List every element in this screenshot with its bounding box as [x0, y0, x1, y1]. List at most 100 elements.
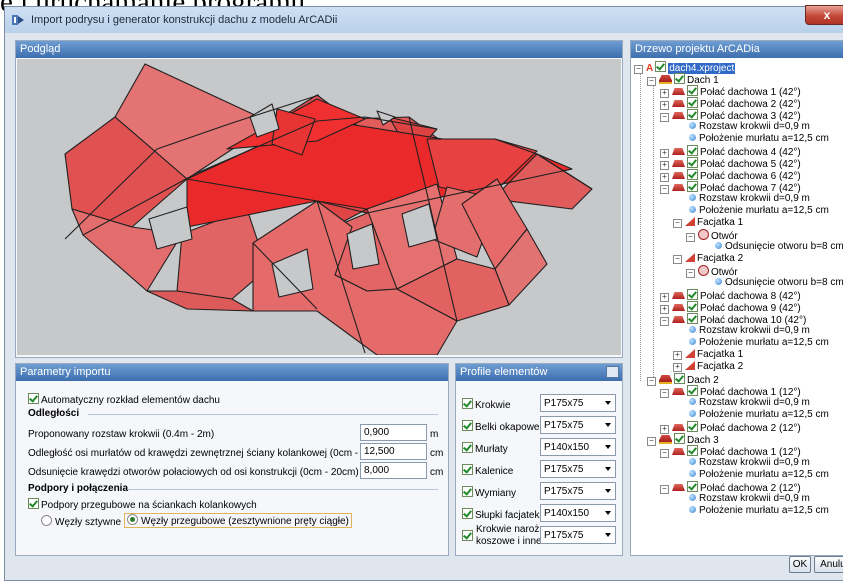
tree-node[interactable]: + Facjatka 2 — [673, 361, 743, 373]
checkbox-icon[interactable] — [687, 481, 698, 492]
collapse-icon[interactable]: − — [647, 377, 656, 386]
profile-select[interactable]: P175x75 — [540, 394, 616, 412]
tree-node[interactable]: + Połać dachowa 4 (42°) — [660, 145, 801, 158]
profile-select[interactable]: P175x75 — [540, 460, 616, 478]
tree-node[interactable]: Rozstaw krokwii d=0,9 m — [689, 121, 810, 133]
tree-node[interactable]: Położenie murłatu a=12,5 cm — [689, 337, 829, 349]
tree-node[interactable]: Położenie murłatu a=12,5 cm — [689, 133, 829, 145]
tree-node[interactable]: − Otwór — [686, 265, 738, 278]
tree-node[interactable]: Położenie murłatu a=12,5 cm — [689, 505, 829, 517]
tree-node[interactable]: + Połać dachowa 9 (42°) — [660, 301, 801, 314]
collapse-icon[interactable]: − — [673, 255, 682, 264]
tree-node[interactable]: − Adach4.xproject — [634, 61, 736, 74]
checkbox-icon[interactable] — [462, 420, 473, 431]
tree-node[interactable]: − Połać dachowa 10 (42°) — [660, 313, 806, 326]
tree-node[interactable]: Położenie murłatu a=12,5 cm — [689, 469, 829, 481]
collapse-icon[interactable]: − — [660, 185, 669, 194]
checkbox-icon[interactable] — [687, 289, 698, 300]
checkbox-icon[interactable] — [462, 508, 473, 519]
wallplate-offset-input[interactable]: 12,500 — [360, 443, 427, 460]
collapse-icon[interactable]: − — [660, 317, 669, 326]
tree-node[interactable]: Rozstaw krokwii d=0,9 m — [689, 397, 810, 409]
tree-node[interactable]: − Otwór — [686, 229, 738, 242]
profile-checkbox[interactable]: Wymiany — [462, 486, 516, 499]
auto-layout-checkbox[interactable]: Automatyczny rozkład elementów dachu — [28, 393, 220, 406]
tree-node[interactable]: − Połać dachowa 2 (12°) — [660, 481, 801, 494]
checkbox-icon[interactable] — [687, 109, 698, 120]
checkbox-icon[interactable] — [687, 313, 698, 324]
preview-canvas[interactable] — [17, 59, 621, 356]
checkbox-icon[interactable] — [687, 97, 698, 108]
hinged-supports-checkbox[interactable]: Podpory przegubowe na ściankach kolankow… — [28, 498, 257, 511]
checkbox-icon[interactable] — [462, 464, 473, 475]
tree-node[interactable]: − Dach 2 — [647, 373, 719, 386]
tree-node[interactable]: − Facjatka 2 — [673, 253, 743, 265]
tree-node[interactable]: + Połać dachowa 8 (42°) — [660, 289, 801, 302]
opening-offset-input[interactable]: 8,000 — [360, 462, 427, 479]
tree-node[interactable]: + Połać dachowa 6 (42°) — [660, 169, 801, 182]
checkbox-icon[interactable] — [687, 181, 698, 192]
profile-checkbox[interactable] — [462, 530, 475, 543]
ok-button[interactable]: OK — [789, 556, 811, 573]
tree-node[interactable]: Położenie murłatu a=12,5 cm — [689, 205, 829, 217]
tree-node[interactable]: − Dach 1 — [647, 73, 719, 86]
rafter-spacing-input[interactable]: 0,900 — [360, 424, 427, 441]
checkbox-icon[interactable] — [462, 486, 473, 497]
cancel-button[interactable]: Anuluj — [814, 556, 843, 573]
checkbox-icon[interactable] — [687, 169, 698, 180]
tree-node[interactable]: − Połać dachowa 1 (12°) — [660, 445, 801, 458]
tree-node[interactable]: − Facjatka 1 — [673, 217, 743, 229]
collapse-icon[interactable]: − — [647, 437, 656, 446]
collapse-icon[interactable]: − — [660, 389, 669, 398]
tree-node[interactable]: + Facjatka 1 — [673, 349, 743, 361]
tree-node[interactable]: − Dach 3 — [647, 433, 719, 446]
close-button[interactable]: x — [805, 5, 843, 25]
tree-node[interactable]: + Połać dachowa 1 (42°) — [660, 85, 801, 98]
tree-node[interactable]: Rozstaw krokwii d=0,9 m — [689, 493, 810, 505]
expand-icon[interactable]: + — [673, 351, 682, 360]
tree-node[interactable]: − Połać dachowa 3 (42°) — [660, 109, 801, 122]
profile-checkbox[interactable]: Słupki facjatek — [462, 508, 539, 521]
profile-checkbox[interactable]: Belki okapowe — [462, 420, 539, 433]
collapse-icon[interactable]: − — [647, 77, 656, 86]
profile-select[interactable]: P175x75 — [540, 526, 616, 544]
checkbox-icon[interactable] — [655, 61, 667, 72]
collapse-icon[interactable]: − — [660, 485, 669, 494]
checkbox-icon[interactable] — [687, 85, 698, 96]
radio-selected-icon[interactable] — [127, 514, 138, 525]
tree-node[interactable]: Położenie murłatu a=12,5 cm — [689, 409, 829, 421]
tree-node[interactable]: + Połać dachowa 5 (42°) — [660, 157, 801, 170]
profile-select[interactable]: P175x75 — [540, 482, 616, 500]
checkbox-icon[interactable] — [462, 442, 473, 453]
checkbox-icon[interactable] — [674, 73, 685, 84]
collapse-icon[interactable]: − — [686, 233, 695, 242]
checkbox-icon[interactable] — [462, 398, 473, 409]
hinged-joints-radio[interactable]: Węzły przegubowe (zesztywnione pręty cią… — [124, 513, 352, 528]
profile-checkbox[interactable]: Murłaty — [462, 442, 508, 455]
checkbox-icon[interactable] — [462, 530, 473, 541]
checkbox-icon[interactable] — [687, 421, 698, 432]
profile-select[interactable]: P140x150 — [540, 438, 616, 456]
radio-icon[interactable] — [41, 515, 52, 526]
collapse-icon[interactable]: − — [660, 113, 669, 122]
checkbox-icon[interactable] — [687, 385, 698, 396]
checkbox-icon[interactable] — [28, 498, 39, 509]
tree-node[interactable]: Rozstaw krokwii d=0,9 m — [689, 325, 810, 337]
tree-node[interactable]: + Połać dachowa 2 (42°) — [660, 97, 801, 110]
checkbox-icon[interactable] — [687, 145, 698, 156]
checkbox-icon[interactable] — [28, 393, 39, 404]
tree-node[interactable]: Rozstaw krokwii d=0,9 m — [689, 193, 810, 205]
profile-checkbox[interactable]: Krokwie — [462, 398, 511, 411]
checkbox-icon[interactable] — [674, 373, 685, 384]
checkbox-icon[interactable] — [674, 433, 685, 444]
tree-node[interactable]: Rozstaw krokwii d=0,9 m — [689, 457, 810, 469]
collapse-icon[interactable]: − — [660, 449, 669, 458]
profile-select[interactable]: P175x75 — [540, 416, 616, 434]
checkbox-icon[interactable] — [687, 301, 698, 312]
collapse-icon[interactable]: − — [634, 65, 643, 74]
profile-checkbox[interactable]: Kalenice — [462, 464, 513, 477]
tree-node[interactable]: − Połać dachowa 1 (12°) — [660, 385, 801, 398]
expand-icon[interactable]: + — [673, 363, 682, 372]
collapse-icon[interactable]: − — [686, 269, 695, 278]
tree-node[interactable]: Odsunięcie otworu b=8 cm — [715, 277, 843, 289]
